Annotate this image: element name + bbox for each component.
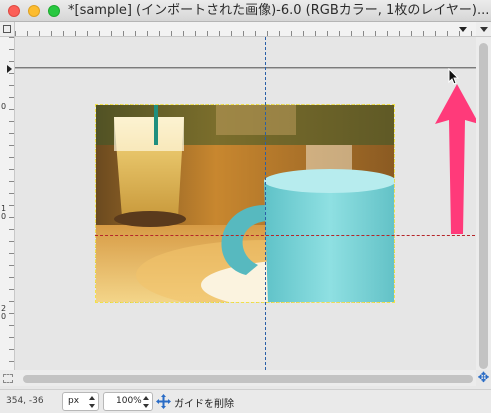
pointer-position-marker: [459, 27, 467, 32]
window-titlebar: *[sample] (インポートされた画像)-6.0 (RGBカラー, 1枚のレ…: [0, 0, 491, 22]
navigate-icon[interactable]: ✥: [476, 370, 491, 386]
zoom-value: 100%: [116, 396, 142, 406]
photo-layer[interactable]: [95, 104, 395, 303]
vertical-guide[interactable]: [265, 37, 266, 370]
minimize-window-button[interactable]: [28, 5, 40, 17]
close-window-button[interactable]: [8, 5, 20, 17]
quick-mask-toggle[interactable]: [0, 370, 15, 386]
vertical-scroll-thumb[interactable]: [479, 43, 488, 369]
ruler-corner-button[interactable]: [0, 22, 15, 37]
move-tool-icon: [156, 394, 171, 409]
pointer-position-marker: [7, 65, 12, 73]
status-message: ガイドを削除: [174, 399, 234, 410]
ruler-tick-label: 0: [1, 102, 7, 111]
horizontal-scroll-thumb[interactable]: [23, 375, 473, 383]
vertical-scrollbar[interactable]: [476, 37, 491, 370]
pointer-coordinates: 354, -36: [6, 396, 44, 406]
dragged-guide-line[interactable]: [15, 67, 476, 69]
zoom-select-arrows-icon: [143, 396, 149, 408]
unit-value: px: [68, 396, 80, 406]
horizontal-ruler[interactable]: [15, 22, 476, 37]
vertical-ruler[interactable]: 0 1 0 2 0: [0, 37, 15, 370]
unit-select[interactable]: px: [62, 392, 99, 411]
window-title: *[sample] (インポートされた画像)-6.0 (RGBカラー, 1枚のレ…: [68, 3, 488, 18]
zoom-window-button[interactable]: [48, 5, 60, 17]
zoom-select[interactable]: 100%: [103, 392, 153, 411]
ruler-tick-label: 1 0: [1, 204, 7, 221]
unit-select-arrows-icon: [89, 396, 95, 408]
image-menu-icon: [3, 25, 11, 33]
image-canvas[interactable]: [15, 37, 476, 370]
statusbar: 354, -36 px 100% ガイドを削除: [0, 389, 491, 413]
ruler-tick-label: 2 0: [1, 304, 7, 321]
horizontal-guide[interactable]: [95, 235, 475, 236]
photo-image: [96, 105, 394, 302]
annotation-up-arrow: [435, 84, 476, 234]
mouse-pointer-icon: [448, 68, 460, 85]
horizontal-scrollbar[interactable]: [15, 370, 476, 386]
image-menu-button[interactable]: [476, 22, 491, 37]
